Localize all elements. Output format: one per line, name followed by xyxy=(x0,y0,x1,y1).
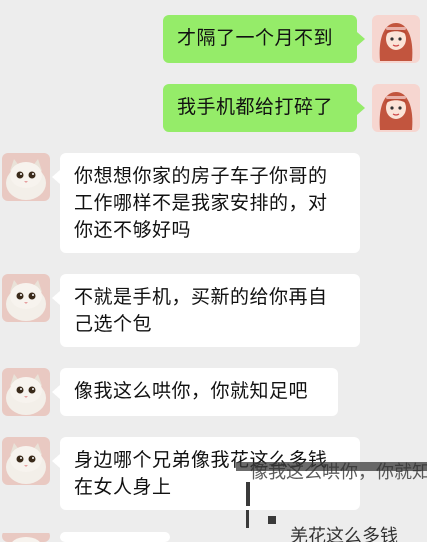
cat-avatar-icon[interactable] xyxy=(2,437,50,485)
other-message-bubble[interactable]: 不就是手机，买新的给你再自 己选个包 xyxy=(60,274,360,347)
chat-area: 才隔了一个月不到 我手机都给打碎了 你想想你家的房子车子你哥的 工作哪样不是我家… xyxy=(0,0,427,542)
my-message-bubble[interactable]: 我手机都给打碎了 xyxy=(163,84,357,132)
other-message-bubble[interactable]: 像我这么哄你，你就知足吧 xyxy=(60,368,338,416)
message-text: 我手机都给打碎了 xyxy=(177,96,334,118)
girl-avatar-icon[interactable] xyxy=(372,84,420,132)
message-line: 工作哪样不是我家安排的，对 xyxy=(74,192,328,214)
other-message-bubble[interactable]: 你想想你家的房子车子你哥的 工作哪样不是我家安排的，对 你还不够好吗 xyxy=(60,153,360,253)
message-line: 你想想你家的房子车子你哥的 xyxy=(74,165,328,187)
my-message-bubble[interactable]: 才隔了一个月不到 xyxy=(163,15,357,63)
cat-avatar-icon[interactable] xyxy=(2,274,50,322)
bubble-tail xyxy=(52,291,60,305)
cat-avatar-icon[interactable] xyxy=(2,368,50,416)
bubble-tail xyxy=(52,454,60,468)
message-line: 像我这么哄你，你就知足吧 xyxy=(74,380,309,402)
overlay-text: 像我这么哄你，你就知足吧 xyxy=(250,462,427,483)
overlay-artifact xyxy=(268,516,276,524)
bubble-tail xyxy=(357,101,365,115)
bubble-tail xyxy=(52,170,60,184)
other-message-bubble[interactable] xyxy=(60,532,170,542)
girl-avatar-icon[interactable] xyxy=(372,15,420,63)
message-line: 你还不够好吗 xyxy=(74,219,192,241)
cat-avatar-icon[interactable] xyxy=(2,153,50,201)
message-text: 才隔了一个月不到 xyxy=(177,27,334,49)
bubble-tail xyxy=(357,32,365,46)
message-line: 不就是手机，买新的给你再自 xyxy=(74,286,328,308)
message-line: 己选个包 xyxy=(74,313,153,335)
overlay-text: 羌花这么多钱 xyxy=(290,526,398,542)
overlay-artifact xyxy=(246,510,249,528)
overlay-artifact xyxy=(246,482,250,506)
bubble-tail xyxy=(52,385,60,399)
cat-avatar-icon[interactable] xyxy=(2,530,50,542)
